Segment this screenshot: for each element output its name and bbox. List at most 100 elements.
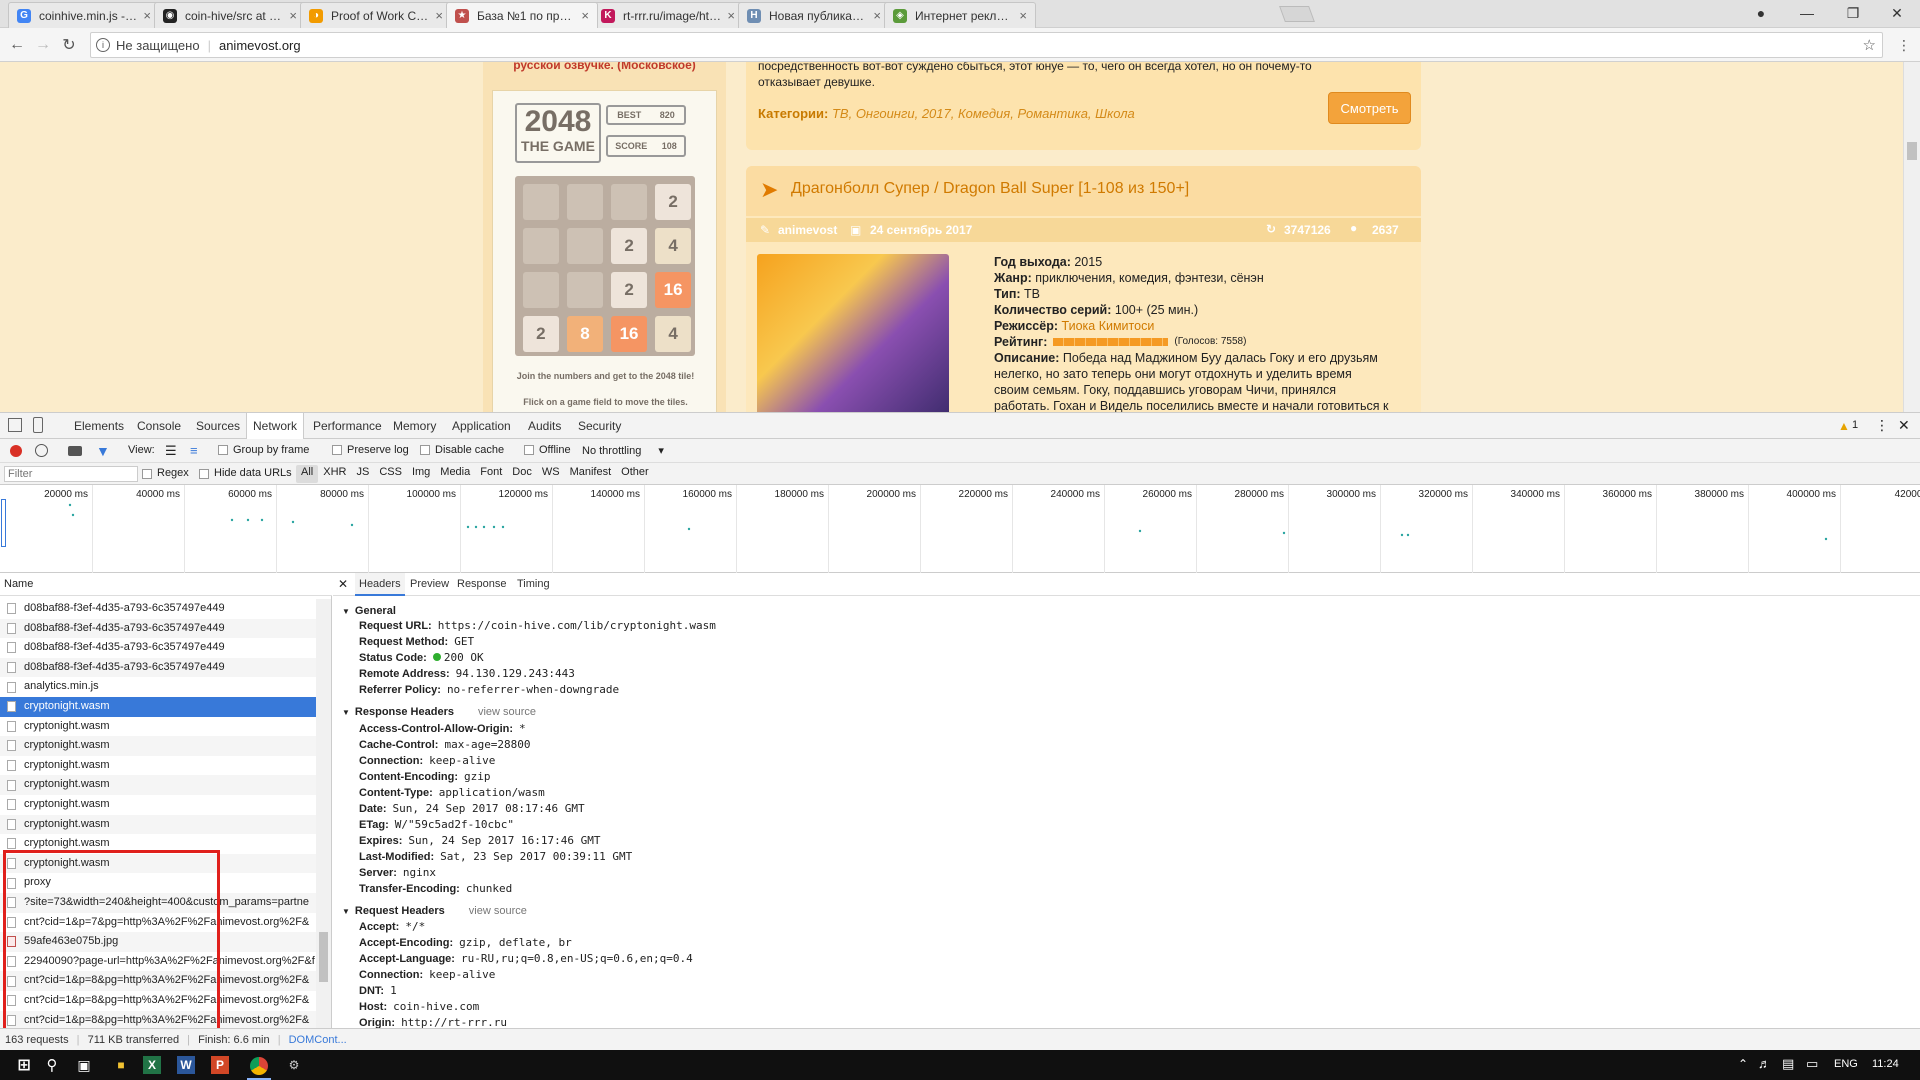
close-window-button[interactable]: ✕ bbox=[1874, 0, 1920, 26]
hide-data-urls-label[interactable]: Hide data URLs bbox=[214, 467, 292, 479]
type-filter-css[interactable]: CSS bbox=[374, 465, 407, 483]
bookmark-star-icon[interactable]: ☆ bbox=[1863, 36, 1876, 54]
preserve-log-checkbox[interactable] bbox=[332, 445, 342, 455]
new-tab-button[interactable] bbox=[1279, 6, 1315, 22]
record-icon[interactable] bbox=[10, 445, 22, 457]
chrome-taskbar-icon[interactable] bbox=[247, 1053, 271, 1080]
filter-input[interactable] bbox=[4, 466, 138, 482]
tab-close-icon[interactable]: × bbox=[289, 8, 297, 23]
chrome-menu-icon[interactable]: ⋮ bbox=[1894, 35, 1914, 55]
rating-bar[interactable] bbox=[1053, 338, 1169, 346]
app-taskbar-icon[interactable]: ⚙ bbox=[282, 1053, 306, 1077]
browser-tab[interactable]: ★ База №1 по просмотру × bbox=[446, 2, 598, 28]
type-filter-js[interactable]: JS bbox=[351, 465, 374, 483]
volume-icon[interactable]: ♬ bbox=[1758, 1056, 1771, 1071]
search-icon[interactable]: ⚲ bbox=[40, 1053, 64, 1077]
device-toolbar-icon[interactable] bbox=[33, 417, 43, 433]
disable-cache-checkbox[interactable] bbox=[420, 445, 430, 455]
type-filter-media[interactable]: Media bbox=[435, 465, 475, 483]
post-poster-image[interactable] bbox=[757, 254, 949, 412]
browser-tab[interactable]: H Новая публикация / Хаб × bbox=[738, 2, 890, 28]
preserve-log-label[interactable]: Preserve log bbox=[347, 444, 409, 456]
browser-tab[interactable]: ◈ Интернет реклама | Рек × bbox=[884, 2, 1036, 28]
large-rows-icon[interactable]: ☰ bbox=[165, 443, 177, 459]
devtools-tab-sources[interactable]: Sources bbox=[196, 413, 240, 439]
back-button[interactable]: ← bbox=[7, 35, 27, 55]
disable-cache-label[interactable]: Disable cache bbox=[435, 444, 504, 456]
group-by-frame-checkbox[interactable] bbox=[218, 445, 228, 455]
request-headers-section-header[interactable]: ▼ Request Headers view source bbox=[342, 903, 527, 919]
network-icon[interactable]: ▤ bbox=[1782, 1056, 1794, 1072]
maximize-button[interactable]: ❐ bbox=[1830, 0, 1876, 26]
type-filter-font[interactable]: Font bbox=[475, 465, 507, 483]
devtools-tab-audits[interactable]: Audits bbox=[528, 413, 561, 439]
tab-close-icon[interactable]: × bbox=[1019, 8, 1027, 23]
offline-checkbox[interactable] bbox=[524, 445, 534, 455]
devtools-tab-console[interactable]: Console bbox=[137, 413, 181, 439]
type-filter-manifest[interactable]: Manifest bbox=[565, 465, 617, 483]
post-title[interactable]: Драгонболл Супер / Dragon Ball Super [1-… bbox=[791, 180, 1189, 198]
warning-icon[interactable]: ▲ bbox=[1838, 419, 1850, 433]
categories-links[interactable]: ТВ, Онгоинги, 2017, Комедия, Романтика, … bbox=[832, 106, 1135, 121]
inspect-element-icon[interactable] bbox=[8, 418, 22, 432]
browser-tab[interactable]: Krt-rrr.ru/image/html5/ba × bbox=[592, 2, 744, 28]
regex-label[interactable]: Regex bbox=[157, 467, 189, 479]
windows-start-icon[interactable]: ⊞ bbox=[12, 1053, 36, 1077]
scrollbar-thumb[interactable] bbox=[1907, 142, 1917, 160]
type-filter-all[interactable]: All bbox=[296, 465, 319, 483]
post-author[interactable]: animevost bbox=[778, 223, 837, 237]
director-link[interactable]: Тиока Кимитоси bbox=[1062, 319, 1155, 333]
reload-button[interactable]: ↻ bbox=[59, 35, 79, 55]
info-icon[interactable]: i bbox=[96, 38, 110, 52]
tab-close-icon[interactable]: × bbox=[727, 8, 735, 23]
forward-button[interactable]: → bbox=[33, 35, 53, 55]
type-filter-xhr[interactable]: XHR bbox=[318, 465, 351, 483]
devtools-close-icon[interactable]: ✕ bbox=[1898, 417, 1910, 434]
general-section-header[interactable]: ▼ General bbox=[342, 603, 396, 619]
timeline-overview[interactable]: 20000 ms 40000 ms 60000 ms 80000 ms 100000 m… bbox=[0, 485, 1920, 573]
language-indicator[interactable]: ENG bbox=[1834, 1058, 1858, 1070]
watch-button[interactable]: Смотреть bbox=[1328, 92, 1411, 124]
task-view-icon[interactable]: ▣ bbox=[72, 1053, 96, 1077]
clear-icon[interactable] bbox=[35, 444, 48, 457]
devtools-tab-elements[interactable]: Elements bbox=[74, 413, 124, 439]
type-filter-other[interactable]: Other bbox=[616, 465, 654, 483]
word-icon[interactable]: W bbox=[177, 1056, 195, 1074]
hide-data-urls-checkbox[interactable] bbox=[199, 469, 209, 479]
group-by-frame-label[interactable]: Group by frame bbox=[233, 444, 309, 456]
browser-tab[interactable]: ◉ coin-hive/src at master - × bbox=[154, 2, 306, 28]
devtools-tab-memory[interactable]: Memory bbox=[393, 413, 436, 439]
type-filter-ws[interactable]: WS bbox=[537, 465, 565, 483]
browser-tab[interactable]: Gcoinhive.min.js - Поиск в × bbox=[8, 2, 160, 28]
page-scrollbar[interactable] bbox=[1903, 62, 1920, 412]
response-headers-section-header[interactable]: ▼ Response Headers view source bbox=[342, 704, 536, 720]
notifications-icon[interactable]: ▭ bbox=[1806, 1056, 1818, 1072]
throttling-select[interactable]: No throttling ▾ bbox=[582, 444, 664, 457]
warning-count[interactable]: 1 bbox=[1852, 419, 1858, 431]
devtools-tab-application[interactable]: Application bbox=[452, 413, 511, 439]
tab-close-icon[interactable]: × bbox=[435, 8, 443, 23]
tab-close-icon[interactable]: × bbox=[143, 8, 151, 23]
game-board[interactable]: 2 2 4 2 16 2 8 16 4 bbox=[515, 176, 695, 356]
minimize-button[interactable]: — bbox=[1784, 0, 1830, 26]
type-filter-img[interactable]: Img bbox=[407, 465, 435, 483]
devtools-tab-security[interactable]: Security bbox=[578, 413, 621, 439]
file-explorer-icon[interactable]: ■ bbox=[109, 1053, 133, 1077]
browser-tab[interactable]: ◑ Proof of Work Captcha – × bbox=[300, 2, 452, 28]
url-text[interactable]: animevost.org bbox=[219, 38, 301, 53]
filter-icon[interactable]: ▼ bbox=[96, 443, 110, 459]
profile-icon[interactable]: ● bbox=[1738, 0, 1784, 26]
security-label[interactable]: Не защищено bbox=[116, 38, 200, 53]
throttling-value[interactable]: No throttling bbox=[582, 445, 641, 457]
powerpoint-icon[interactable]: P bbox=[211, 1056, 229, 1074]
capture-screenshots-icon[interactable] bbox=[68, 446, 82, 456]
address-bar[interactable]: i Не защищено | animevost.org ☆ bbox=[90, 32, 1883, 58]
type-filter-doc[interactable]: Doc bbox=[507, 465, 537, 483]
view-source-link[interactable]: view source bbox=[469, 905, 527, 917]
tab-close-icon[interactable]: × bbox=[581, 8, 589, 23]
overview-icon[interactable]: ≡ bbox=[190, 443, 198, 458]
tab-close-icon[interactable]: × bbox=[873, 8, 881, 23]
devtools-tab-network[interactable]: Network bbox=[246, 413, 305, 439]
regex-checkbox[interactable] bbox=[142, 469, 152, 479]
tray-chevron-icon[interactable]: ⌃ bbox=[1738, 1057, 1748, 1071]
